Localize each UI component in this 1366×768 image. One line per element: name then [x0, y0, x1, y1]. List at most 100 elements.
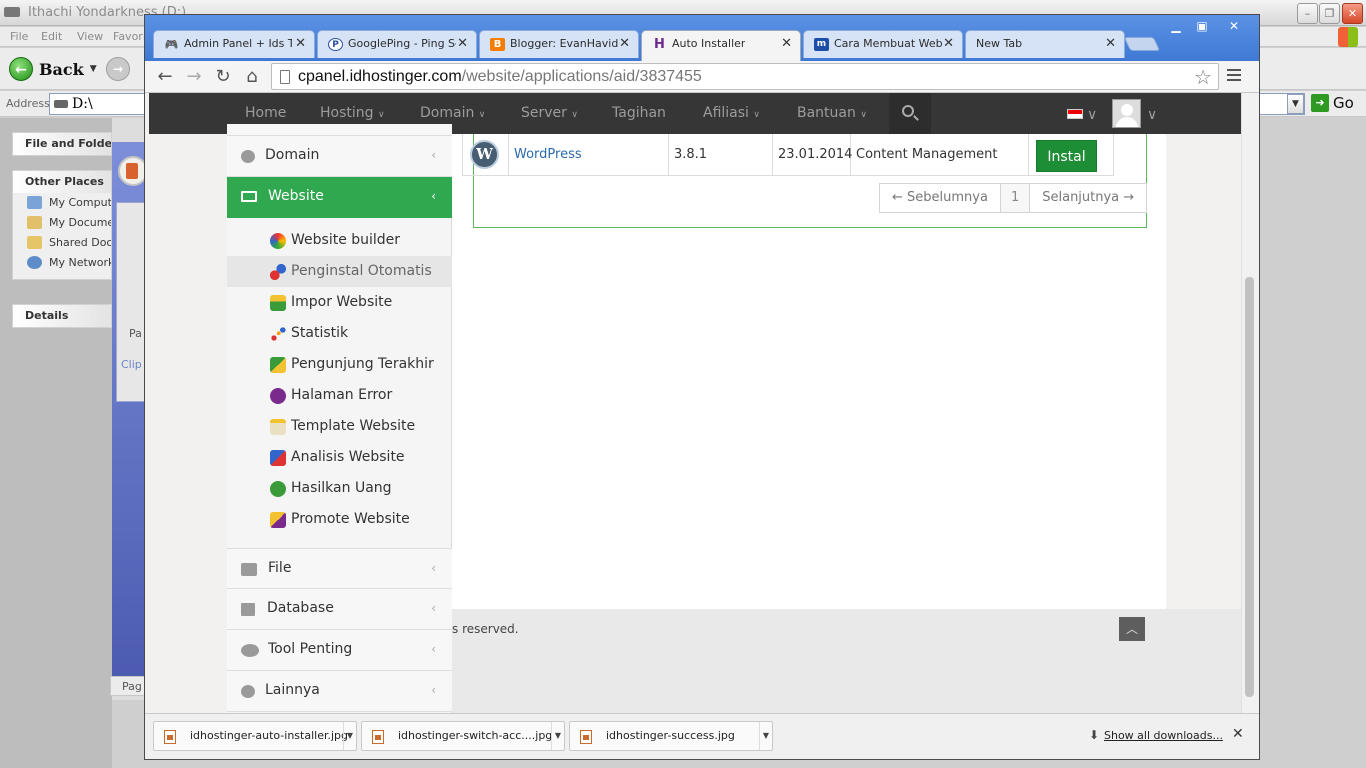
avatar[interactable]	[1112, 99, 1141, 128]
file-tile[interactable]: Pa Clip	[116, 202, 146, 402]
documents-icon	[27, 216, 42, 229]
explorer-task-pane: File and Folder Tasks Other Places My Co…	[0, 118, 112, 768]
page-viewport: Home Hosting ∨ Domain ∨ Server ∨ Tagihan…	[145, 93, 1259, 713]
nav-afiliasi[interactable]: Afiliasi ∨	[703, 105, 760, 121]
close-downloads-icon[interactable]: ✕	[1232, 726, 1244, 742]
nav-hosting[interactable]: Hosting ∨	[320, 105, 385, 121]
file-folder-tasks-header[interactable]: File and Folder Tasks	[13, 133, 111, 155]
other-places-header[interactable]: Other Places	[13, 171, 111, 193]
globe-icon	[241, 150, 255, 163]
chevron-down-icon[interactable]: ▼	[551, 722, 564, 750]
tab-blogger[interactable]: B Blogger: EvanHavidz's ✕	[479, 30, 639, 58]
chrome-maximize-button[interactable]: ▣	[1189, 17, 1215, 35]
pagination-next[interactable]: Selanjutnya →	[1030, 184, 1146, 212]
tab-new-tab[interactable]: New Tab ✕	[965, 30, 1125, 58]
import-icon	[270, 295, 286, 311]
scroll-to-top-button[interactable]: ︿	[1119, 617, 1145, 641]
scrollbar-thumb[interactable]	[1245, 277, 1254, 697]
download-item[interactable]: idhostinger-auto-installer.jpg ▼	[153, 721, 357, 751]
search-button[interactable]	[889, 93, 931, 134]
place-my-documents[interactable]: My Documents	[13, 213, 111, 233]
monitor-icon	[241, 191, 257, 202]
details-header[interactable]: Details	[13, 305, 111, 327]
sidebar-item-file[interactable]: File ‹	[227, 548, 452, 589]
install-button[interactable]: Instal	[1036, 140, 1097, 172]
back-arrow-icon[interactable]: ←	[153, 65, 177, 89]
sidebar-subitem-website-template[interactable]: Template Website	[227, 411, 452, 442]
tab-cara-membuat[interactable]: m Cara Membuat Websit ✕	[803, 30, 963, 58]
menu-edit[interactable]: Edit	[41, 30, 62, 43]
close-tab-icon[interactable]: ✕	[943, 36, 954, 51]
address-dropdown-button[interactable]: ▼	[1287, 94, 1304, 114]
main-content: ← Sebelumnya 1 Selanjutnya → W WordPress…	[452, 134, 1166, 609]
sidebar-subitem-website-analysis[interactable]: Analisis Website	[227, 442, 452, 473]
forward-arrow-icon[interactable]: →	[182, 65, 206, 89]
chrome-close-button[interactable]: ✕	[1221, 17, 1247, 35]
chevron-left-icon: ‹	[431, 601, 436, 615]
sidebar-subitem-earn-money[interactable]: Hasilkan Uang	[227, 473, 452, 504]
url-bar[interactable]: cpanel.idhostinger.com/website/applicati…	[271, 63, 1219, 90]
sidebar-subitem-statistics[interactable]: Statistik	[227, 318, 452, 349]
close-tab-icon[interactable]: ✕	[295, 36, 306, 51]
sidebar-item-website[interactable]: Website ‹	[227, 177, 452, 218]
nav-domain[interactable]: Domain ∨	[420, 105, 485, 121]
place-my-computer[interactable]: My Computer	[13, 193, 111, 213]
menu-view[interactable]: View	[77, 30, 103, 43]
app-name-link[interactable]: WordPress	[514, 147, 582, 162]
chevron-down-icon[interactable]: ▼	[90, 64, 97, 74]
back-button[interactable]: ← Back ▼	[9, 57, 97, 81]
nav-tagihan[interactable]: Tagihan	[612, 105, 666, 121]
dollar-icon	[270, 481, 286, 497]
download-item[interactable]: idhostinger-switch-acc....jpg ▼	[361, 721, 565, 751]
place-my-network[interactable]: My Network Places	[13, 253, 111, 279]
address-value: D:\	[72, 96, 93, 112]
minimize-button[interactable]: –	[1297, 3, 1318, 24]
sidebar-item-tools[interactable]: Tool Penting ‹	[227, 630, 452, 671]
close-button[interactable]: ✕	[1342, 3, 1363, 24]
sidebar-subitem-error-pages[interactable]: Halaman Error	[227, 380, 452, 411]
sidebar-subitem-promote-website[interactable]: Promote Website	[227, 504, 452, 535]
sidebar-subitem-import-website[interactable]: Impor Website	[227, 287, 452, 318]
tab-auto-installer[interactable]: H Auto Installer ✕	[641, 30, 801, 61]
sidebar-item-domain[interactable]: Domain ‹	[227, 136, 452, 177]
page-scrollbar[interactable]	[1241, 93, 1257, 713]
chevron-down-icon[interactable]: ∨	[1087, 107, 1097, 123]
new-tab-button[interactable]	[1123, 37, 1161, 51]
flag-indonesia-icon[interactable]	[1067, 109, 1083, 119]
sidebar-subitem-last-visitors[interactable]: Pengunjung Terakhir	[227, 349, 452, 380]
sidebar-item-database[interactable]: Database ‹	[227, 589, 452, 630]
pagination-prev[interactable]: ← Sebelumnya	[880, 184, 1001, 212]
close-tab-icon[interactable]: ✕	[619, 36, 630, 51]
pagination-page[interactable]: 1	[1000, 184, 1031, 212]
nav-bantuan[interactable]: Bantuan ∨	[797, 105, 867, 121]
show-all-downloads-link[interactable]: ⬇ Show all downloads...	[1089, 728, 1223, 742]
chrome-window: ▁ ▣ ✕ 🎮 Admin Panel + Ids Twi ✕ P Google…	[144, 14, 1260, 760]
maximize-button[interactable]: ❐	[1319, 3, 1340, 24]
tab-googleping[interactable]: P GooglePing - Ping Sear ✕	[317, 30, 477, 58]
go-button[interactable]: ➜ Go	[1311, 94, 1354, 112]
chevron-down-icon[interactable]: ▼	[343, 722, 356, 750]
reload-icon[interactable]: ↻	[211, 65, 235, 89]
forward-arrow-icon[interactable]: →	[106, 57, 130, 81]
close-tab-icon[interactable]: ✕	[1105, 36, 1116, 51]
tab-admin-panel[interactable]: 🎮 Admin Panel + Ids Twi ✕	[153, 30, 315, 58]
sidebar-item-more[interactable]: Lainnya ‹	[227, 671, 452, 712]
menu-file[interactable]: File	[10, 30, 28, 43]
close-tab-icon[interactable]: ✕	[457, 36, 468, 51]
close-tab-icon[interactable]: ✕	[781, 36, 792, 51]
nav-server[interactable]: Server ∨	[521, 105, 578, 121]
nav-home[interactable]: Home	[245, 105, 286, 121]
chrome-menu-icon[interactable]	[1227, 69, 1241, 83]
file-folder-tasks-box: File and Folder Tasks	[12, 132, 112, 156]
sidebar-subitem-auto-installer[interactable]: Penginstal Otomatis	[227, 256, 452, 287]
download-item[interactable]: idhostinger-success.jpg ▼	[569, 721, 773, 751]
chrome-minimize-button[interactable]: ▁	[1163, 17, 1189, 35]
home-icon[interactable]: ⌂	[240, 65, 264, 89]
chevron-down-icon[interactable]: ▼	[759, 722, 772, 750]
menu-favorites[interactable]: Favori	[113, 30, 146, 43]
bookmark-star-icon[interactable]: ☆	[1194, 65, 1212, 89]
sidebar-subitem-website-builder[interactable]: Website builder	[227, 225, 452, 256]
folder-icon	[27, 236, 42, 249]
place-shared-documents[interactable]: Shared Documents	[13, 233, 111, 253]
chevron-down-icon[interactable]: ∨	[1147, 107, 1157, 123]
